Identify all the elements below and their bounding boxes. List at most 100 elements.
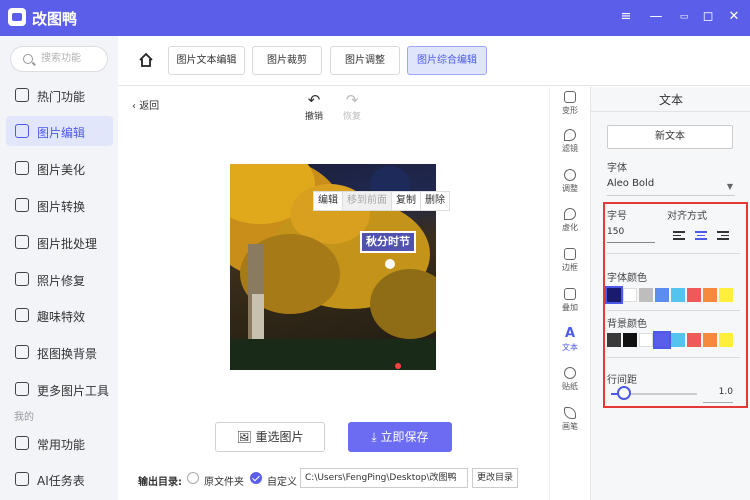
minimize-button[interactable]: —	[648, 9, 664, 25]
tool-label: 叠加	[562, 303, 578, 312]
home-icon[interactable]	[138, 52, 154, 68]
font-color-swatch[interactable]	[703, 288, 717, 302]
font-select[interactable]: Aleo Bold ▼	[607, 178, 735, 196]
drop-icon	[564, 129, 576, 141]
tab-text-edit[interactable]: 图片文本编辑	[168, 46, 245, 75]
back-label: 返回	[139, 101, 160, 112]
save-now-button[interactable]: ⤓ 立即保存	[348, 422, 452, 452]
align-center-icon[interactable]	[695, 231, 707, 240]
redo-button[interactable]: ↷ 恢复	[338, 91, 366, 122]
sidebar-item-more[interactable]: 更多图片工具	[6, 374, 113, 404]
ai-icon	[15, 472, 29, 486]
search-input[interactable]: 搜索功能	[10, 46, 108, 72]
tool-strip: 变形 滤镜 调整 虚化 边框 叠加 A 文本 贴纸 画笔	[549, 87, 589, 500]
tool-label: 滤镜	[562, 144, 578, 153]
font-color-swatch[interactable]	[687, 288, 701, 302]
bg-color-swatch[interactable]	[639, 333, 653, 347]
sidebar-item-convert[interactable]: 图片转换	[6, 190, 113, 220]
grid-icon	[15, 436, 29, 450]
tool-label: 文本	[562, 343, 578, 352]
sidebar-item-repair[interactable]: 照片修复	[6, 264, 113, 294]
bg-color-swatch[interactable]	[703, 333, 717, 347]
sidebar-item-ai-tasks[interactable]: AI任务表	[6, 464, 113, 494]
font-color-swatch[interactable]	[639, 288, 653, 302]
close-button[interactable]: ✕	[726, 9, 742, 25]
sidebar-item-batch[interactable]: 图片批处理	[6, 227, 113, 257]
tool-text[interactable]: A 文本	[550, 324, 590, 364]
menu-item-copy[interactable]: 复制	[392, 192, 421, 210]
tool-sticker[interactable]: 贴纸	[550, 363, 590, 403]
tool-brush[interactable]: 画笔	[550, 403, 590, 443]
sidebar-item-image-edit[interactable]: 图片编辑	[6, 116, 113, 146]
tool-border[interactable]: 边框	[550, 244, 590, 284]
tool-adjust[interactable]: 调整	[550, 165, 590, 205]
radio-original-folder[interactable]	[187, 472, 199, 484]
tab-composite-edit[interactable]: 图片综合编辑	[407, 46, 487, 75]
tool-transform[interactable]: 变形	[550, 87, 590, 127]
sidebar-item-label: 照片修复	[37, 274, 86, 288]
back-button[interactable]: ‹ 返回	[132, 97, 159, 112]
font-value: Aleo Bold	[607, 178, 655, 189]
search-placeholder: 搜索功能	[41, 53, 81, 64]
change-directory-button[interactable]: 更改目录	[472, 468, 518, 488]
sidebar-item-hot[interactable]: 热门功能	[6, 80, 113, 110]
bg-color-swatch[interactable]	[607, 333, 621, 347]
sidebar: 搜索功能 热门功能 图片编辑 图片美化 图片转换 图片批处理 照片修复 趣味特效…	[0, 36, 118, 500]
divider	[607, 357, 740, 358]
bg-color-swatch[interactable]	[719, 333, 733, 347]
bg-color-swatch[interactable]	[671, 333, 685, 347]
new-text-button[interactable]: 新文本	[607, 125, 733, 149]
bg-color-swatch[interactable]	[653, 331, 671, 349]
tool-label: 变形	[562, 106, 578, 115]
font-size-input[interactable]: 150	[607, 227, 655, 243]
undo-label: 撤销	[304, 112, 323, 122]
menu-icon[interactable]: ≡	[618, 9, 634, 25]
rotate-handle[interactable]	[385, 259, 395, 269]
sidebar-item-effects[interactable]: 趣味特效	[6, 300, 113, 330]
search-icon	[23, 54, 33, 64]
align-left-icon[interactable]	[673, 231, 685, 240]
sidebar-item-cutout[interactable]: 抠图换背景	[6, 337, 113, 367]
bg-color-swatch[interactable]	[687, 333, 701, 347]
tool-filter[interactable]: 滤镜	[550, 125, 590, 165]
sidebar-item-label: AI任务表	[37, 474, 85, 488]
menu-item-edit[interactable]: 编辑	[314, 192, 343, 210]
toolbox-icon	[15, 382, 29, 396]
tool-label: 虚化	[562, 223, 578, 232]
output-path-field[interactable]: C:\Users\FengPing\Desktop\改图鸭	[300, 468, 468, 488]
sidebar-item-favorites[interactable]: 常用功能	[6, 428, 113, 458]
bg-color-swatch[interactable]	[623, 333, 637, 347]
restore-button[interactable]: ▭	[676, 9, 692, 25]
tool-blur[interactable]: 虚化	[550, 204, 590, 244]
radio-custom[interactable]	[250, 472, 262, 484]
line-spacing-input[interactable]: 1.0	[703, 387, 733, 403]
tab-crop[interactable]: 图片裁剪	[252, 46, 322, 75]
adjust-icon	[564, 169, 576, 181]
font-color-swatch[interactable]	[655, 288, 669, 302]
menu-item-bring-front[interactable]: 移到前面	[343, 192, 392, 210]
undo-button[interactable]: ↶ 撤销	[300, 91, 328, 122]
text-a-icon: A	[564, 326, 576, 341]
slider-handle[interactable]	[616, 386, 631, 400]
text-layer[interactable]: 秋分时节	[360, 231, 416, 253]
sidebar-item-label: 图片批处理	[37, 237, 98, 251]
undo-icon: ↶	[307, 91, 321, 109]
redo-icon: ↷	[345, 91, 359, 109]
tool-overlay[interactable]: 叠加	[550, 284, 590, 324]
font-color-swatch[interactable]	[605, 286, 623, 304]
reselect-image-button[interactable]: 🖼 重选图片	[215, 422, 325, 452]
align-right-icon[interactable]	[717, 231, 729, 240]
overlay-icon	[564, 288, 576, 300]
divider	[591, 111, 750, 112]
maximize-button[interactable]: ◻	[700, 9, 716, 25]
sidebar-item-beautify[interactable]: 图片美化	[6, 153, 113, 183]
font-color-label: 字体颜色	[607, 273, 647, 284]
tab-adjust[interactable]: 图片调整	[330, 46, 400, 75]
font-color-swatch[interactable]	[719, 288, 733, 302]
size-label: 字号	[607, 211, 627, 222]
font-color-swatch[interactable]	[623, 288, 637, 302]
title-bar: 改图鸭 ≡ — ▭ ◻ ✕	[0, 0, 750, 36]
font-color-swatch[interactable]	[671, 288, 685, 302]
menu-item-delete[interactable]: 删除	[421, 192, 449, 210]
canvas-area: ‹ 返回 ↶ 撤销 ↷ 恢复 编辑 移到前面 复制 删除 秋分时节 🖼 重选图片 ⤓ 立即…	[118, 87, 549, 500]
